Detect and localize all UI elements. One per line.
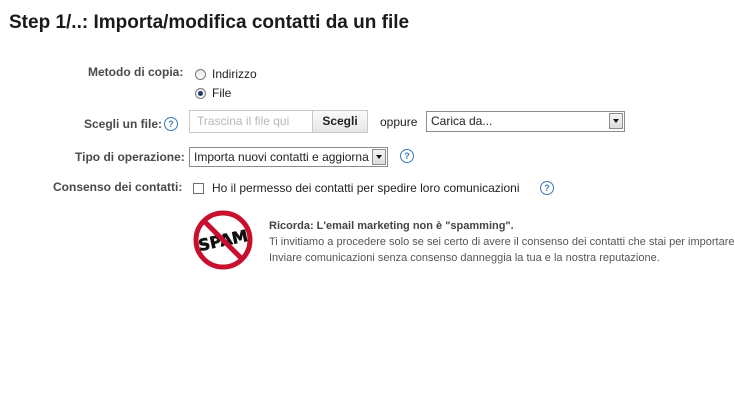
radio-indirizzo-label: Indirizzo bbox=[212, 67, 257, 81]
consent-label: Consenso dei contatti: bbox=[53, 180, 183, 194]
no-spam-icon: SPAM bbox=[193, 210, 253, 270]
choose-file-label: Scegli un file: bbox=[84, 117, 163, 131]
consent-row[interactable]: Ho il permesso dei contatti per spedire … bbox=[193, 181, 519, 195]
choose-file-button[interactable]: Scegli bbox=[312, 110, 368, 133]
help-icon[interactable]: ? bbox=[164, 117, 178, 131]
radio-file-label: File bbox=[212, 86, 232, 100]
upload-from-value: Carica da... bbox=[431, 114, 493, 128]
copy-method-label: Metodo di copia: bbox=[88, 65, 184, 79]
help-icon[interactable]: ? bbox=[540, 181, 554, 195]
radio-indirizzo-button[interactable] bbox=[195, 68, 206, 80]
spam-notice-heading: Ricorda: L'email marketing non è "spammi… bbox=[269, 220, 514, 232]
operation-type-select[interactable]: Importa nuovi contatti e aggiorna bbox=[189, 147, 388, 167]
spam-notice: Ricorda: L'email marketing non è "spammi… bbox=[269, 218, 735, 266]
spam-notice-line2: Inviare comunicazioni senza consenso dan… bbox=[269, 252, 660, 264]
consent-checkbox-label: Ho il permesso dei contatti per spedire … bbox=[212, 181, 520, 195]
radio-indirizzo[interactable]: Indirizzo bbox=[195, 67, 257, 81]
dropdown-arrow-icon[interactable] bbox=[609, 113, 623, 129]
radio-file[interactable]: File bbox=[195, 86, 231, 100]
page-title: Step 1/..: Importa/modifica contatti da … bbox=[9, 12, 410, 33]
radio-file-button[interactable] bbox=[195, 87, 206, 99]
help-icon[interactable]: ? bbox=[400, 149, 414, 163]
operation-type-label: Tipo di operazione: bbox=[75, 150, 185, 164]
upload-from-select[interactable]: Carica da... bbox=[426, 111, 625, 132]
consent-checkbox[interactable] bbox=[193, 182, 204, 194]
file-drop-input[interactable]: Trascina il file qui bbox=[189, 110, 312, 133]
spam-notice-line1: Ti invitiamo a procedere solo se sei cer… bbox=[269, 236, 735, 248]
or-text: oppure bbox=[380, 115, 418, 129]
dropdown-arrow-icon[interactable] bbox=[372, 149, 386, 165]
operation-type-value: Importa nuovi contatti e aggiorna bbox=[194, 150, 369, 164]
